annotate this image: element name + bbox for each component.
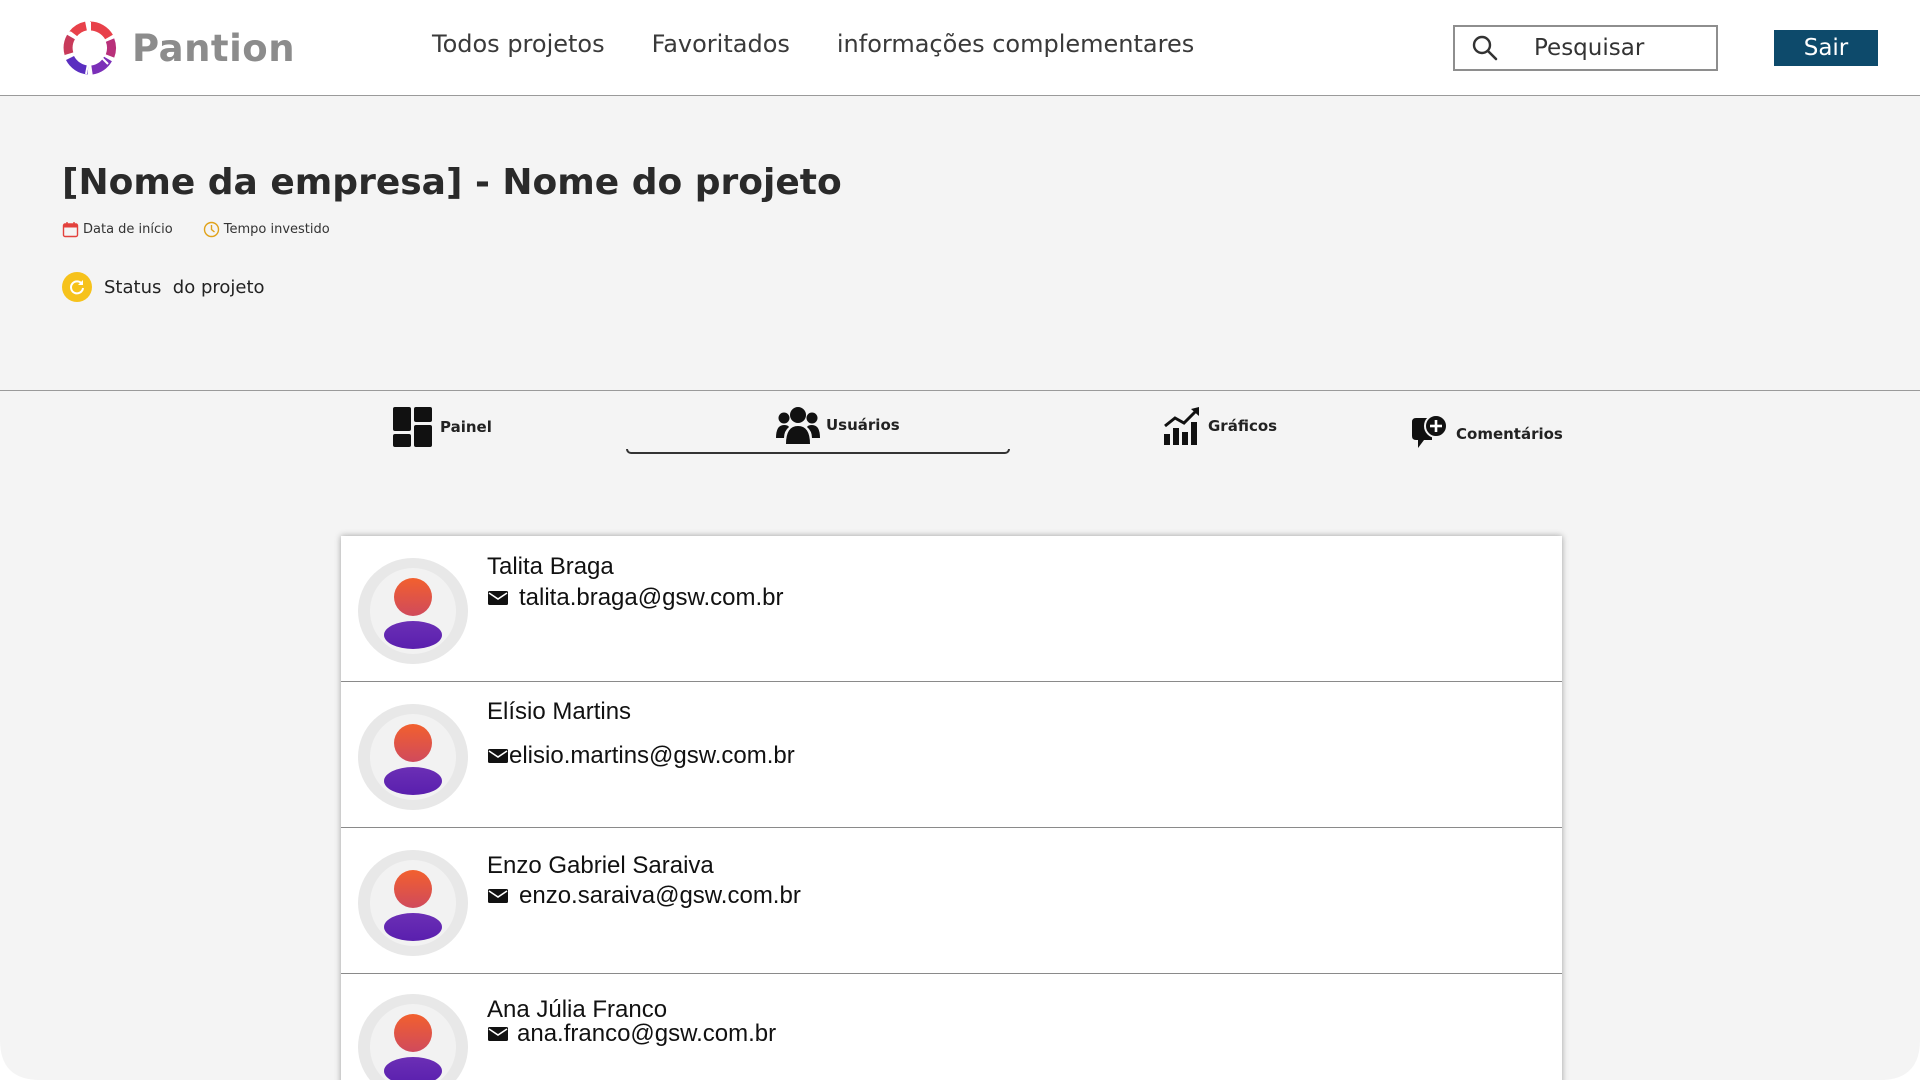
nav-item-all-projects[interactable]: Todos projetos [432,30,605,58]
user-avatar-icon [370,860,456,946]
user-email-text: ana.franco@gsw.com.br [517,1020,777,1047]
refresh-icon [62,272,92,302]
active-tab-indicator [626,449,1010,454]
user-email-text: talita.braga@gsw.com.br [519,584,784,611]
start-date-label: Data de início [83,222,173,237]
dashboard-icon [393,407,432,447]
project-meta: Data de início Tempo investido [62,221,360,238]
tab-charts[interactable]: Gráficos [1162,406,1277,446]
user-name: Talita Braga [487,553,614,580]
time-invested: Tempo investido [203,221,330,238]
avatar [358,850,468,956]
tab-comments[interactable]: Comentários [1408,414,1563,454]
avatar [358,704,468,810]
pantion-logo-icon [63,21,116,75]
list-item[interactable]: Elísio Martins elisio.martins@gsw.com.br [341,682,1562,828]
tab-dashboard-label: Painel [440,418,492,436]
search-icon [1472,35,1498,61]
avatar [358,994,468,1080]
user-email[interactable]: elisio.martins@gsw.com.br [487,742,795,770]
project-tabs: Painel Usuários Gráficos Comentários [0,392,1920,462]
tab-comments-label: Comentários [1456,425,1563,443]
page-title: [Nome da empresa] - Nome do projeto [62,162,842,203]
comment-add-icon [1412,414,1448,448]
project-header: [Nome da empresa] - Nome do projeto Data… [0,97,1920,391]
user-avatar-icon [370,1004,456,1080]
clock-icon [203,221,219,238]
users-icon [776,407,820,444]
user-email[interactable]: talita.braga@gsw.com.br [487,584,783,612]
tab-users[interactable]: Usuários [776,406,900,444]
user-email[interactable]: enzo.saraiva@gsw.com.br [487,882,801,910]
nav-item-favorites[interactable]: Favoritados [652,30,790,58]
user-email-text: elisio.martins@gsw.com.br [509,742,795,769]
user-avatar-icon [370,714,456,800]
user-email[interactable]: ana.franco@gsw.com.br [487,1020,776,1048]
calendar-icon [62,222,79,238]
user-name: Elísio Martins [487,698,632,725]
logout-button[interactable]: Sair [1774,30,1878,66]
status-label: Status do projeto [104,276,265,298]
user-name: Enzo Gabriel Saraiva [487,852,714,879]
tab-dashboard[interactable]: Painel [392,406,492,448]
search-input[interactable] [1534,35,1714,61]
list-item[interactable]: Enzo Gabriel Saraiva enzo.saraiva@gsw.co… [341,828,1562,974]
email-icon [488,1027,508,1041]
list-item[interactable]: Talita Braga talita.braga@gsw.com.br [341,536,1562,682]
user-avatar-icon [370,568,456,654]
time-invested-label: Tempo investido [223,222,330,237]
email-icon [488,889,508,903]
main-nav: Todos projetos Favoritados informações c… [432,30,1241,58]
avatar [358,558,468,664]
list-item[interactable]: Ana Júlia Franco ana.franco@gsw.com.br [341,974,1562,1080]
tab-charts-label: Gráficos [1208,417,1278,435]
email-icon [488,749,508,763]
tab-users-label: Usuários [826,416,900,434]
nav-item-additional-info[interactable]: informações complementares [837,30,1194,58]
search-box[interactable] [1453,25,1718,71]
project-status: Status do projeto [62,272,265,302]
app-logo[interactable]: Pantion [62,20,295,76]
chart-icon [1164,407,1199,445]
user-email-text: enzo.saraiva@gsw.com.br [519,882,801,909]
app-name: Pantion [132,26,296,70]
start-date: Data de início [62,221,173,238]
user-list: Talita Braga talita.braga@gsw.com.br Elí… [341,536,1562,1080]
top-bar: Pantion Todos projetos Favoritados infor… [0,0,1920,96]
email-icon [488,591,508,605]
